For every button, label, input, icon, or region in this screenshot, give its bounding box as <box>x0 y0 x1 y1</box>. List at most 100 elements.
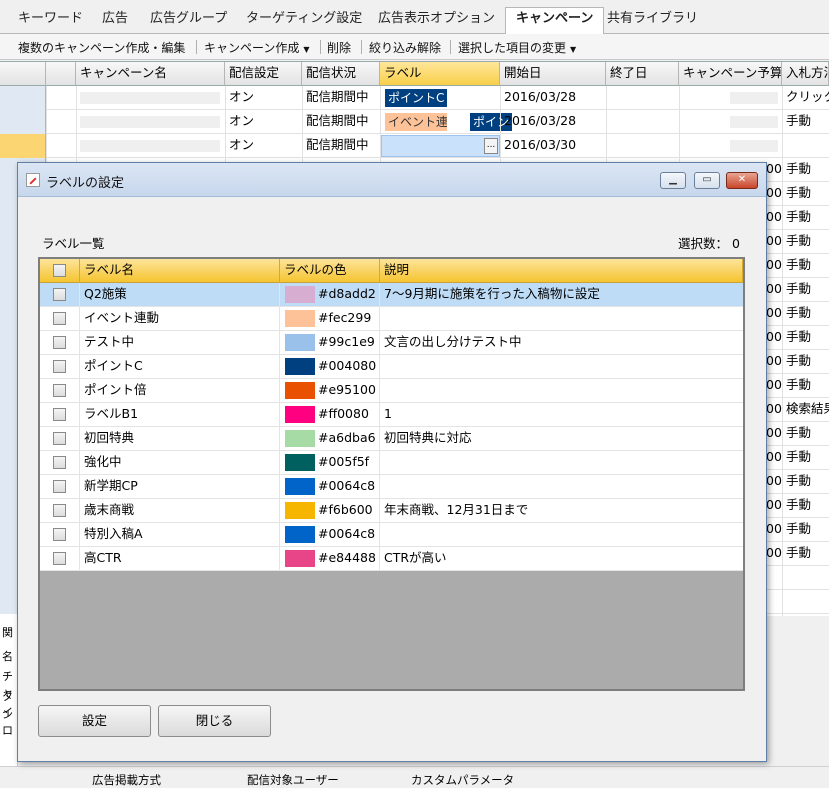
checkbox-cell[interactable] <box>40 427 80 451</box>
grid-header-5[interactable]: 終了日 <box>606 62 679 86</box>
apply-button[interactable]: 設定 <box>38 705 151 737</box>
tab-3[interactable]: ターゲティング設定 <box>236 8 372 34</box>
label-color-cell[interactable]: #e84488 <box>280 547 380 571</box>
grid-header-2[interactable]: 配信状況 <box>302 62 380 86</box>
grid-header-7[interactable]: 入札方法 <box>782 62 829 86</box>
label-table-header-1[interactable]: ラベルの色 <box>280 259 380 283</box>
grid-corner[interactable] <box>0 62 46 86</box>
label-color-cell[interactable]: #e95100 <box>280 379 380 403</box>
delete-button[interactable]: 削除 <box>327 39 351 56</box>
label-row[interactable]: 強化中 #005f5f <box>40 451 743 475</box>
tab-5[interactable]: キャンペーン <box>505 7 605 35</box>
label-checkbox[interactable] <box>53 360 66 373</box>
tab-0[interactable]: キーワード <box>8 8 93 34</box>
grid-column-line <box>782 86 783 616</box>
label-row[interactable]: ポイントC #004080 <box>40 355 743 379</box>
label-row[interactable]: 新学期CP #0064c8 <box>40 475 743 499</box>
tab-1[interactable]: 広告 <box>92 8 138 34</box>
label-row[interactable]: イベント連動 #fec299 <box>40 307 743 331</box>
checkbox-cell[interactable] <box>40 475 80 499</box>
label-checkbox[interactable] <box>53 336 66 349</box>
minimize-icon[interactable]: ▁ <box>660 172 686 189</box>
label-row[interactable]: ラベルB1 #ff0080 1 <box>40 403 743 427</box>
checkbox-cell[interactable] <box>40 307 80 331</box>
grid-header-1[interactable]: 配信設定 <box>225 62 302 86</box>
checkbox-cell[interactable] <box>40 547 80 571</box>
grid-header-0[interactable]: キャンペーン名 <box>76 62 225 86</box>
checkbox-cell[interactable] <box>40 451 80 475</box>
label-checkbox[interactable] <box>53 432 66 445</box>
bid-method-cell: 手動 <box>786 185 812 200</box>
checkbox-cell[interactable] <box>40 331 80 355</box>
label-row[interactable]: Q2施策 #d8add2 7～9月期に施策を行った入稿物に設定 <box>40 283 743 307</box>
table-row[interactable]: オン 配信期間中 ポイントC 2016/03/28 クリック <box>0 86 829 110</box>
checkbox-cell[interactable] <box>40 523 80 547</box>
label-color-cell[interactable]: #99c1e9 <box>280 331 380 355</box>
label-checkbox[interactable] <box>53 528 66 541</box>
label-color-cell[interactable]: #ff0080 <box>280 403 380 427</box>
label-checkbox[interactable] <box>53 504 66 517</box>
tab-2[interactable]: 広告グループ <box>140 8 237 34</box>
label-color-cell[interactable]: #005f5f <box>280 451 380 475</box>
label-row[interactable]: テスト中 #99c1e9 文言の出し分けテスト中 <box>40 331 743 355</box>
checkbox-cell[interactable] <box>40 283 80 307</box>
tab-4[interactable]: 広告表示オプション <box>368 8 505 34</box>
checkbox-cell[interactable] <box>40 499 80 523</box>
label-checkbox[interactable] <box>53 480 66 493</box>
label-edit-button[interactable]: ... <box>484 138 498 154</box>
bid-method-cell: 手動 <box>786 305 812 320</box>
change-selected-button[interactable]: 選択した項目の変更 ▼ <box>458 39 576 56</box>
label-color-cell[interactable]: #d8add2 <box>280 283 380 307</box>
checkbox-cell[interactable] <box>40 355 80 379</box>
label-name-cell: 歳末商戦 <box>80 499 280 523</box>
dialog-titlebar[interactable]: ラベルの設定 ▁ ▭ ✕ <box>18 163 766 197</box>
grid-header-4[interactable]: 開始日 <box>500 62 606 86</box>
close-button[interactable]: 閉じる <box>158 705 271 737</box>
row-header[interactable] <box>0 86 46 110</box>
label-name-cell: ポイントC <box>80 355 280 379</box>
label-checkbox[interactable] <box>53 384 66 397</box>
color-swatch <box>285 502 315 519</box>
checkbox-cell[interactable] <box>40 403 80 427</box>
select-all-checkbox[interactable] <box>53 264 66 277</box>
label-row[interactable]: 高CTR #e84488 CTRが高い <box>40 547 743 571</box>
close-icon[interactable]: ✕ <box>726 172 758 189</box>
label-checkbox[interactable] <box>53 456 66 469</box>
label-description-cell: 文言の出し分けテスト中 <box>384 334 522 349</box>
color-hex: #004080 <box>318 358 377 373</box>
select-all-header[interactable] <box>40 259 80 283</box>
row-header[interactable] <box>0 110 46 134</box>
row-header[interactable] <box>0 134 46 158</box>
delivery-setting-cell: オン <box>229 89 255 104</box>
label-row[interactable]: 初回特典 #a6dba6 初回特典に対応 <box>40 427 743 451</box>
label-checkbox[interactable] <box>53 552 66 565</box>
label-row[interactable]: 特別入稿A #0064c8 <box>40 523 743 547</box>
label-description-cell <box>380 379 743 403</box>
label-row[interactable]: 歳末商戦 #f6b600 年末商戦、12月31日まで <box>40 499 743 523</box>
tab-6[interactable]: 共有ライブラリ <box>597 8 708 34</box>
table-row[interactable]: オン配信期間中イベント連…ポイン2016/03/28手動 <box>0 110 829 134</box>
label-color-cell[interactable]: #0064c8 <box>280 475 380 499</box>
label-checkbox[interactable] <box>53 312 66 325</box>
bottom-panel-label: 関 <box>2 626 13 639</box>
label-color-cell[interactable]: #004080 <box>280 355 380 379</box>
grid-header-3[interactable]: ラベル <box>380 62 500 86</box>
label-table-header-0[interactable]: ラベル名 <box>80 259 280 283</box>
label-checkbox[interactable] <box>53 288 66 301</box>
label-row[interactable]: ポイント倍 #e95100 <box>40 379 743 403</box>
restore-icon[interactable]: ▭ <box>694 172 720 189</box>
label-cell-editing[interactable] <box>381 135 500 157</box>
clear-filter-button[interactable]: 絞り込み解除 <box>369 39 441 56</box>
grid-header-6[interactable]: キャンペーン予算 <box>679 62 782 86</box>
multi-create-button[interactable]: 複数のキャンペーン作成・編集 <box>18 39 185 56</box>
checkbox-cell[interactable] <box>40 379 80 403</box>
label-checkbox[interactable] <box>53 408 66 421</box>
create-campaign-button[interactable]: キャンペーン作成 ▼ <box>204 39 310 56</box>
label-color-cell[interactable]: #0064c8 <box>280 523 380 547</box>
start-date-cell: 2016/03/28 <box>504 113 577 128</box>
label-color-cell[interactable]: #fec299 <box>280 307 380 331</box>
label-color-cell[interactable]: #a6dba6 <box>280 427 380 451</box>
label-table-header-2[interactable]: 説明 <box>380 259 743 283</box>
label-color-cell[interactable]: #f6b600 <box>280 499 380 523</box>
table-row[interactable]: オン 配信期間中... 2016/03/30 <box>0 134 829 158</box>
